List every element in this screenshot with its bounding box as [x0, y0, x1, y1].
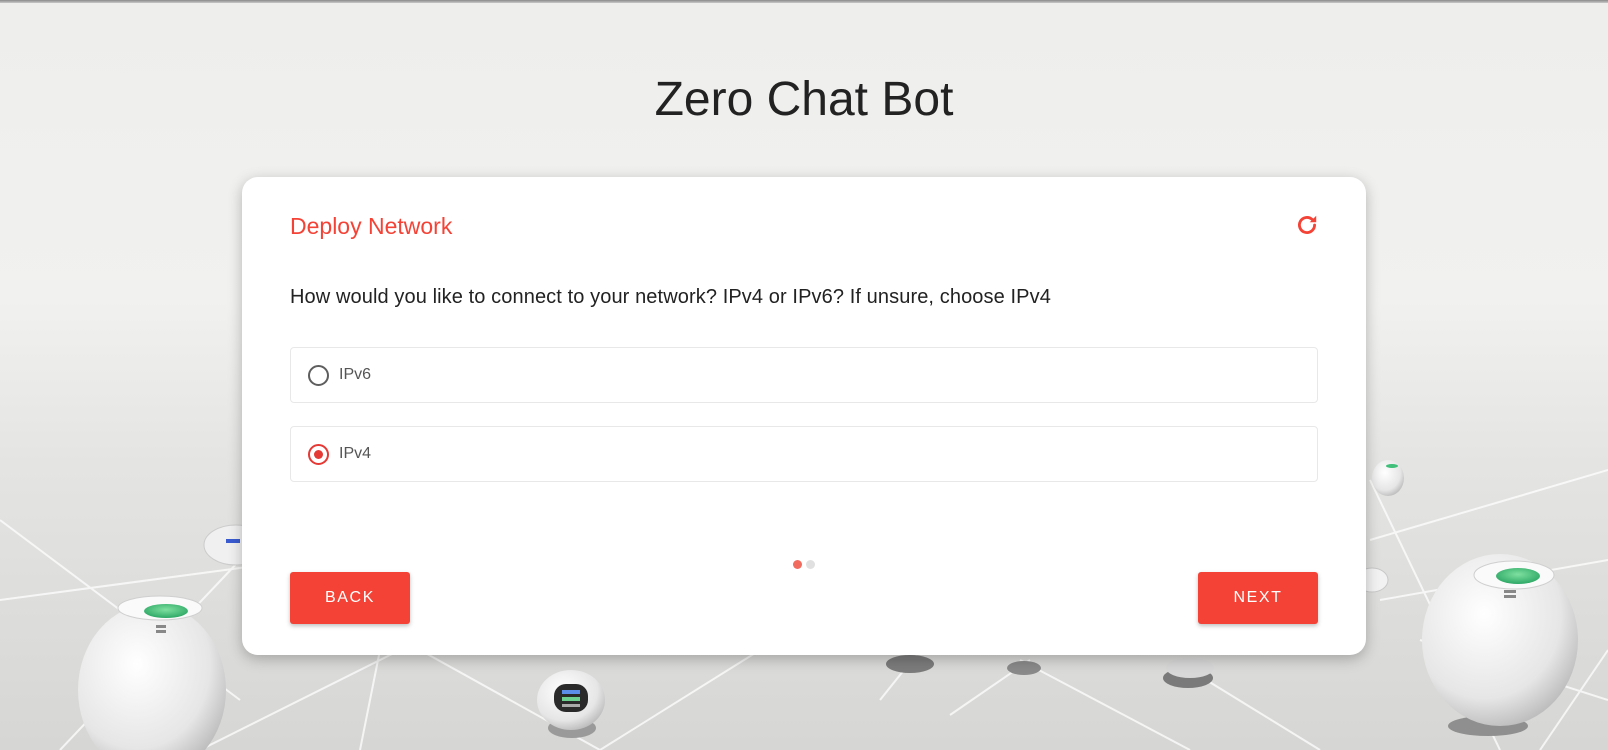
- back-button[interactable]: BACK: [290, 572, 410, 624]
- radio-ipv6[interactable]: [308, 364, 329, 386]
- refresh-icon[interactable]: [1294, 212, 1320, 238]
- option-ipv4[interactable]: IPv4: [290, 426, 1318, 482]
- option-ipv4-label: IPv4: [339, 445, 372, 462]
- step-dot: [806, 560, 815, 569]
- option-ipv6[interactable]: IPv6: [290, 347, 1318, 403]
- step-indicator: [793, 560, 815, 569]
- option-ipv6-label: IPv6: [339, 366, 372, 383]
- step-dot-active: [793, 560, 802, 569]
- radio-ipv4[interactable]: [308, 443, 329, 465]
- card-title: Deploy Network: [290, 213, 453, 239]
- network-question: How would you like to connect to your ne…: [290, 286, 1051, 308]
- page-title: Zero Chat Bot: [654, 73, 954, 126]
- next-button[interactable]: NEXT: [1198, 572, 1318, 624]
- deploy-network-card: Deploy Network How would you like to con…: [242, 177, 1366, 655]
